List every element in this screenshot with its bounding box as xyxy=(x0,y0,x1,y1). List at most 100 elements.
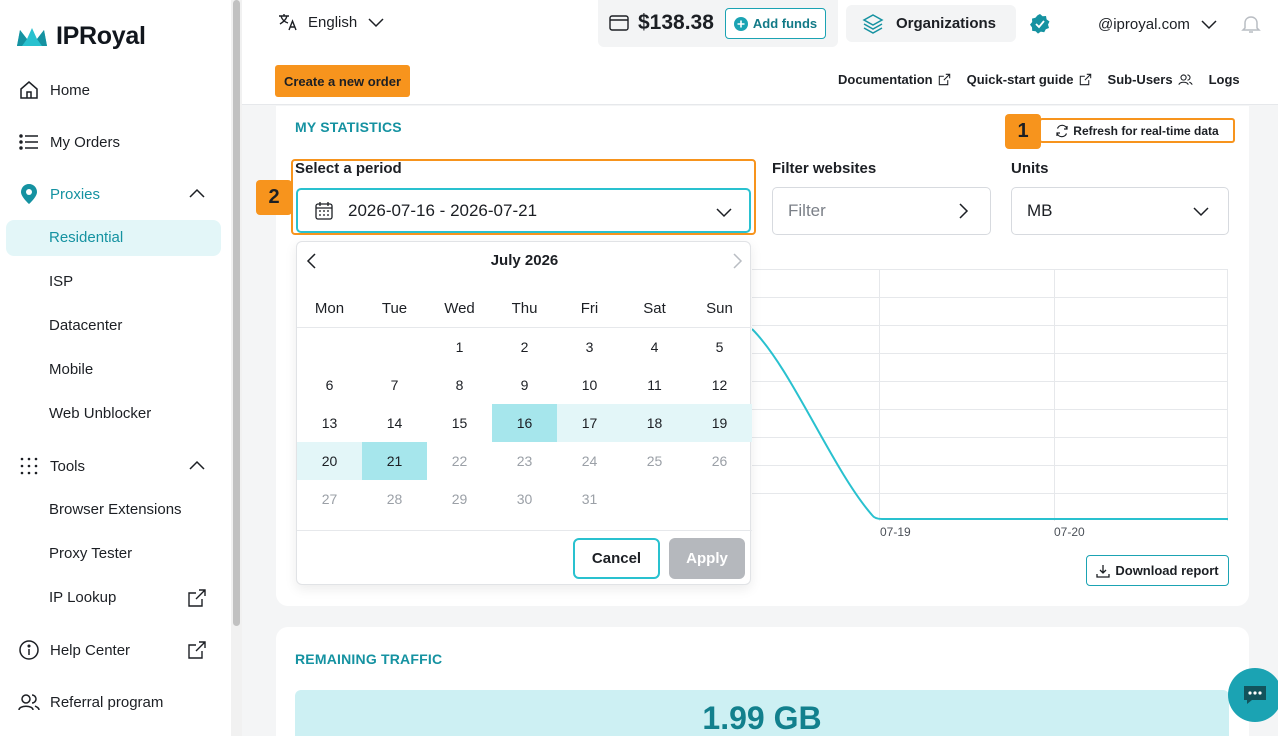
quick-start-link[interactable]: Quick-start guide xyxy=(967,72,1092,87)
chat-icon xyxy=(1244,686,1266,704)
external-link-icon xyxy=(188,641,206,659)
calendar-day-disabled: 24 xyxy=(581,453,598,469)
chevron-down-icon xyxy=(716,208,732,218)
calendar-week: 1 2 3 4 5 xyxy=(297,328,752,366)
refresh-icon xyxy=(1056,124,1068,137)
sidebar-item-web-unblocker[interactable]: Web Unblocker xyxy=(49,405,151,422)
calendar-day[interactable]: 14 xyxy=(362,404,427,442)
calendar-day-range-end[interactable]: 21 xyxy=(362,442,427,480)
calendar-day-range-start[interactable]: 16 xyxy=(492,404,557,442)
sidebar-item-browser-extensions[interactable]: Browser Extensions xyxy=(49,501,182,518)
bell-icon[interactable] xyxy=(1241,14,1261,34)
brand-logo[interactable]: IPRoyal xyxy=(16,22,146,51)
users-icon xyxy=(18,691,40,713)
period-selector[interactable]: 2026-07-16 - 2026-07-21 xyxy=(296,188,751,233)
sidebar-item-proxy-tester[interactable]: Proxy Tester xyxy=(49,545,132,562)
divider xyxy=(297,530,752,531)
logs-link[interactable]: Logs xyxy=(1209,72,1240,87)
documentation-label: Documentation xyxy=(838,72,933,87)
calendar-empty xyxy=(622,480,687,518)
verified-badge-icon xyxy=(1030,14,1050,34)
user-menu[interactable]: @iproyal.com xyxy=(1098,15,1218,33)
calendar-day[interactable]: 9 xyxy=(492,366,557,404)
apply-button[interactable]: Apply xyxy=(669,538,745,579)
chevron-up-icon[interactable] xyxy=(188,185,206,203)
cancel-button[interactable]: Cancel xyxy=(573,538,660,579)
download-report-button[interactable]: Download report xyxy=(1086,555,1229,586)
organizations-button[interactable]: Organizations xyxy=(846,5,1016,42)
sidebar-item-help-center[interactable]: Help Center xyxy=(18,639,130,661)
calendar-day[interactable]: 12 xyxy=(687,366,752,404)
calendar-day[interactable]: 13 xyxy=(297,404,362,442)
sidebar-item-label: My Orders xyxy=(50,133,121,151)
units-select[interactable]: MB xyxy=(1011,187,1229,235)
documentation-link[interactable]: Documentation xyxy=(838,72,951,87)
sidebar-scrollbar-thumb[interactable] xyxy=(233,0,240,626)
external-link-icon xyxy=(188,589,206,607)
step-badge-1: 1 xyxy=(1005,114,1041,149)
sidebar-item-tools[interactable]: Tools xyxy=(18,455,85,477)
calendar-empty xyxy=(362,328,427,366)
wallet-icon xyxy=(609,15,629,31)
users-icon xyxy=(1178,74,1193,85)
top-links: Documentation Quick-start guide Sub-User… xyxy=(838,72,1240,87)
calendar-week: 13 14 15 16 17 18 19 xyxy=(297,404,752,442)
sidebar-item-mobile[interactable]: Mobile xyxy=(49,361,93,378)
calendar-day-in-range[interactable]: 20 xyxy=(297,442,362,480)
calendar-icon xyxy=(315,201,333,220)
calendar-day[interactable]: 11 xyxy=(622,366,687,404)
calendar-day[interactable]: 8 xyxy=(427,366,492,404)
calendar-day[interactable]: 1 xyxy=(427,328,492,366)
sidebar-item-my-orders[interactable]: My Orders xyxy=(18,131,120,153)
calendar-day[interactable]: 7 xyxy=(362,366,427,404)
filter-websites-input[interactable]: Filter xyxy=(772,187,991,235)
calendar-week: 27 28 29 30 31 xyxy=(297,480,752,518)
sidebar-item-home[interactable]: Home xyxy=(18,79,90,101)
sub-users-link[interactable]: Sub-Users xyxy=(1108,72,1193,87)
filter-websites-label: Filter websites xyxy=(772,160,877,177)
calendar-day[interactable]: 6 xyxy=(297,366,362,404)
calendar-day[interactable]: 10 xyxy=(557,366,622,404)
calendar-empty xyxy=(297,328,362,366)
download-report-label: Download report xyxy=(1115,563,1219,578)
sidebar-item-referral[interactable]: Referral program xyxy=(18,691,163,713)
sidebar-item-label: Home xyxy=(50,81,91,99)
add-funds-button[interactable]: Add funds xyxy=(725,8,826,39)
location-pin-icon xyxy=(18,183,40,205)
create-order-button[interactable]: Create a new order xyxy=(275,65,410,97)
sidebar-item-proxies[interactable]: Proxies xyxy=(18,183,100,205)
sidebar xyxy=(0,0,242,736)
language-selector[interactable]: English xyxy=(278,12,385,32)
units-value: MB xyxy=(1027,201,1053,220)
weekday: Mon xyxy=(314,299,345,317)
calendar-day[interactable]: 5 xyxy=(687,328,752,366)
traffic-line xyxy=(752,328,1228,520)
weekday: Wed xyxy=(444,299,475,317)
calendar-day-in-range[interactable]: 17 xyxy=(557,404,622,442)
chevron-up-icon[interactable] xyxy=(188,457,206,475)
calendar-day[interactable]: 4 xyxy=(622,328,687,366)
chevron-right-icon[interactable] xyxy=(728,252,746,270)
calendar-day[interactable]: 3 xyxy=(557,328,622,366)
quick-start-label: Quick-start guide xyxy=(966,72,1074,87)
calendar-day-disabled: 26 xyxy=(711,453,728,469)
calendar-day-disabled: 25 xyxy=(646,453,663,469)
refresh-button[interactable]: Refresh for real-time data xyxy=(1039,118,1235,143)
date-picker-popup: July 2026 Mon Tue Wed Thu Fri Sat Sun 1 … xyxy=(296,241,752,585)
filter-placeholder: Filter xyxy=(788,201,826,220)
sidebar-item-residential[interactable]: Residential xyxy=(49,229,123,246)
chat-widget-button[interactable] xyxy=(1228,668,1278,722)
x-tick: 07-20 xyxy=(1054,525,1085,539)
weekday: Tue xyxy=(381,299,408,317)
list-icon xyxy=(18,131,40,153)
calendar-day-in-range[interactable]: 18 xyxy=(622,404,687,442)
calendar-day[interactable]: 15 xyxy=(427,404,492,442)
download-icon xyxy=(1096,564,1111,578)
sidebar-item-ip-lookup[interactable]: IP Lookup xyxy=(49,589,116,606)
calendar-day-in-range[interactable]: 19 xyxy=(687,404,752,442)
calendar-day[interactable]: 2 xyxy=(492,328,557,366)
sidebar-item-label: Proxies xyxy=(50,185,101,203)
calendar-week: 20 21 22 23 24 25 26 xyxy=(297,442,752,480)
sidebar-item-datacenter[interactable]: Datacenter xyxy=(49,317,122,334)
sidebar-item-isp[interactable]: ISP xyxy=(49,273,73,290)
